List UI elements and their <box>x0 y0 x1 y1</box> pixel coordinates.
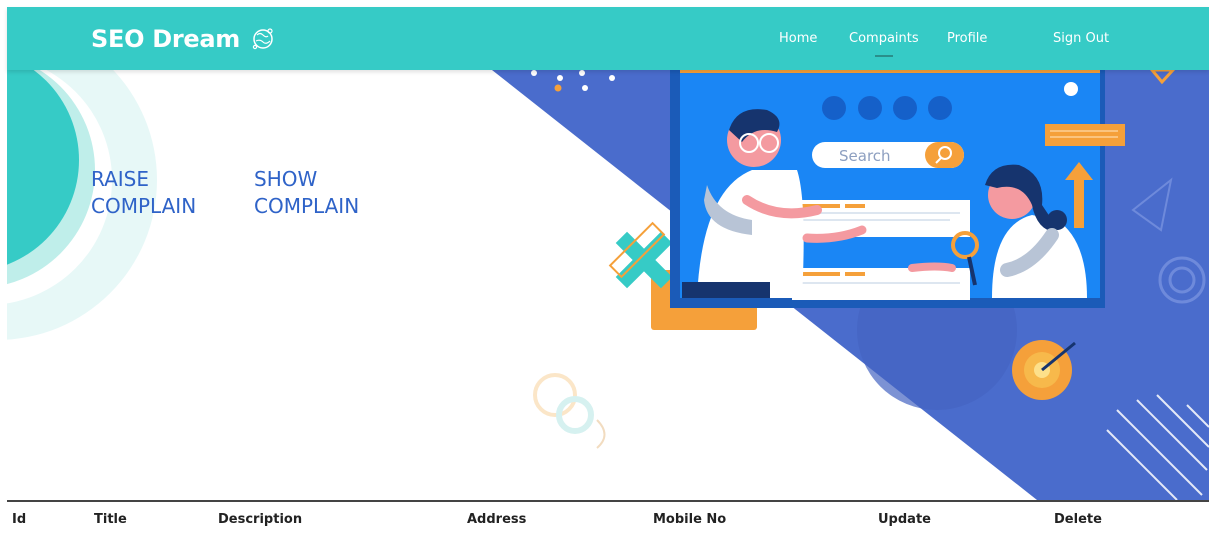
illustration-search-text: Search <box>839 147 891 165</box>
column-update: Update <box>878 512 931 527</box>
column-delete: Delete <box>1054 512 1102 527</box>
brand-globe-icon <box>252 28 273 50</box>
top-navbar: SEO Dream Home Compaints Profile Sign Ou… <box>7 7 1209 70</box>
hero-section: Search RAISE COMPLAIN SHOW COMPLAIN <box>7 70 1209 500</box>
column-mobile-no: Mobile No <box>653 512 727 527</box>
nav-complaints[interactable]: Compaints <box>849 31 919 57</box>
column-description: Description <box>218 512 303 527</box>
nav-profile[interactable]: Profile <box>947 31 987 46</box>
show-complain-link[interactable]: SHOW COMPLAIN <box>254 166 359 220</box>
nav-sign-out[interactable]: Sign Out <box>1053 31 1109 46</box>
column-title: Title <box>94 512 127 527</box>
brand-logo[interactable]: SEO Dream <box>91 25 276 53</box>
raise-complain-link[interactable]: RAISE COMPLAIN <box>91 166 196 220</box>
nav-home[interactable]: Home <box>779 31 817 46</box>
brand-name: SEO Dream <box>91 25 240 53</box>
complaints-table-header: Id Title Description Address Mobile No U… <box>7 500 1209 536</box>
hero-illustration: Search <box>7 70 1209 500</box>
column-address: Address <box>467 512 527 527</box>
column-id: Id <box>12 512 27 527</box>
